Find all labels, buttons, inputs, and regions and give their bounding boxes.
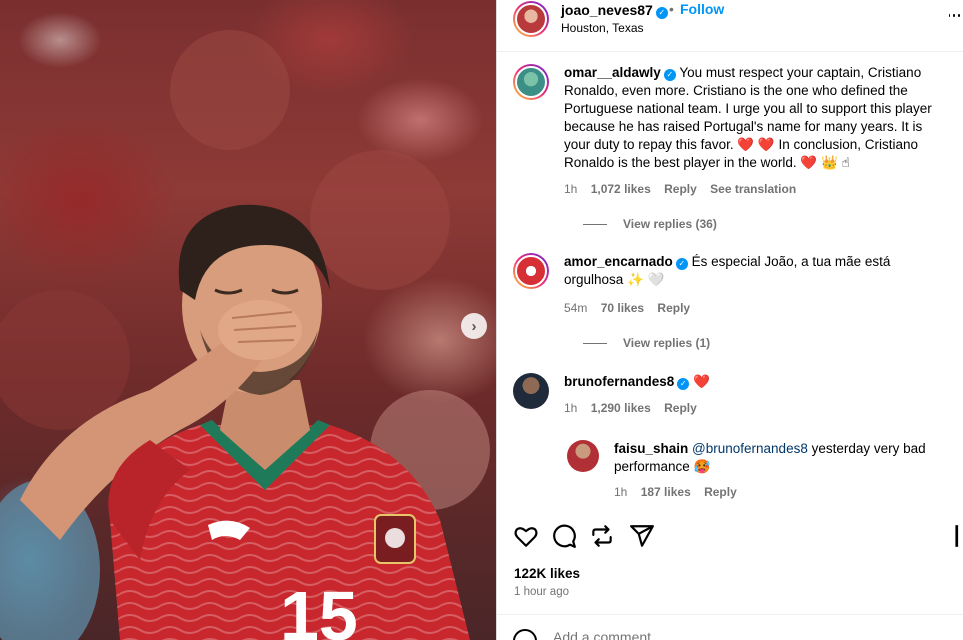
comment-username[interactable]: amor_encarnado — [564, 254, 673, 269]
view-replies-button[interactable]: View replies (1) — [583, 336, 710, 350]
commenter-avatar[interactable] — [513, 253, 549, 289]
next-photo-button[interactable]: › — [461, 313, 487, 339]
heart-emoji: ❤️ ❤️ — [737, 137, 775, 152]
post-photo[interactable]: 15 › — [0, 0, 496, 640]
action-bar — [513, 523, 959, 551]
see-translation-button[interactable]: See translation — [710, 182, 796, 196]
comment-username[interactable]: brunofernandes8 — [564, 374, 674, 389]
comment-meta: 1h 1,290 likes Reply — [564, 401, 707, 415]
emoji-group: ✨ 🤍 — [627, 272, 665, 287]
comment-meta: 1h 187 likes Reply — [614, 485, 747, 499]
comment-username[interactable]: faisu_shain — [614, 441, 688, 456]
location-link[interactable]: Houston, Texas — [561, 21, 644, 35]
add-comment-input[interactable] — [553, 629, 933, 640]
emoji-group: ❤️ 👑 ☝ — [800, 155, 850, 170]
commenter-avatar[interactable] — [513, 64, 549, 100]
verified-badge-icon: ✓ — [655, 7, 668, 19]
jersey-number: 15 — [280, 577, 358, 640]
verified-badge-icon: ✓ — [677, 378, 690, 390]
comment-username[interactable]: omar__aldawly — [564, 65, 661, 80]
bookmark-icon[interactable] — [953, 523, 963, 549]
comment-item: amor_encarnado ✓ És especial João, a tua … — [513, 253, 953, 363]
heart-icon[interactable] — [513, 523, 539, 549]
verified-badge-icon: ✓ — [675, 258, 688, 270]
comment-time: 1h — [564, 182, 578, 196]
reply-button[interactable]: Reply — [664, 182, 697, 196]
view-replies-button[interactable]: View replies (36) — [583, 217, 717, 231]
post-detail-panel: joao_neves87 ✓ • Follow Houston, Texas om… — [496, 0, 963, 640]
comment-text: amor_encarnado ✓ És especial João, a tua … — [564, 254, 891, 287]
chevron-right-icon: › — [471, 317, 477, 335]
author-username[interactable]: joao_neves87 — [561, 2, 653, 18]
add-comment-bar — [497, 614, 963, 640]
post-time: 1 hour ago — [514, 586, 569, 598]
follow-button[interactable]: Follow — [680, 1, 724, 17]
comment-time: 54m — [564, 301, 588, 315]
comment-item: omar__aldawly ✓ You must respect your cap… — [513, 64, 953, 264]
player-illustration: 15 — [0, 30, 490, 640]
commenter-avatar[interactable] — [513, 373, 549, 409]
likes-count[interactable]: 122K likes — [514, 566, 580, 581]
post-header: joao_neves87 ✓ • Follow Houston, Texas — [497, 0, 963, 52]
comment-text: brunofernandes8 ✓ ❤️ — [564, 373, 950, 391]
reply-item: faisu_shain @brunofernandes8 yesterday v… — [567, 440, 953, 510]
comment-likes[interactable]: 1,290 likes — [591, 401, 651, 415]
comment-meta: 54m 70 likes Reply — [564, 301, 700, 315]
reply-button[interactable]: Reply — [704, 485, 737, 499]
comment-item: brunofernandes8 ✓ ❤️ 1h 1,290 likes Reply — [513, 373, 953, 423]
comment-text: omar__aldawly ✓ You must respect your cap… — [564, 65, 932, 170]
comment-time: 1h — [564, 401, 578, 415]
comment-time: 1h — [614, 485, 628, 499]
heart-emoji: ❤️ — [693, 374, 710, 389]
commenter-avatar[interactable] — [567, 440, 599, 472]
comment-text: faisu_shain @brunofernandes8 yesterday v… — [614, 441, 926, 474]
share-icon[interactable] — [629, 523, 655, 549]
verified-badge-icon: ✓ — [663, 69, 676, 81]
repost-icon[interactable] — [589, 523, 615, 549]
reply-button[interactable]: Reply — [664, 401, 697, 415]
author-username-row[interactable]: joao_neves87 ✓ — [561, 2, 668, 19]
comment-likes[interactable]: 1,072 likes — [591, 182, 651, 196]
comment-likes[interactable]: 70 likes — [601, 301, 644, 315]
more-options-icon[interactable] — [947, 6, 961, 24]
separator: • — [669, 1, 674, 17]
author-avatar[interactable] — [513, 1, 549, 37]
comment-likes[interactable]: 187 likes — [641, 485, 691, 499]
emoji-group: 🥵 — [693, 459, 711, 474]
reply-button[interactable]: Reply — [657, 301, 690, 315]
comment-meta: 1h 1,072 likes Reply See translation — [564, 182, 806, 196]
emoji-picker-icon[interactable] — [513, 629, 537, 640]
mention-link[interactable]: @brunofernandes8 — [692, 441, 808, 456]
comment-icon[interactable] — [551, 523, 577, 549]
